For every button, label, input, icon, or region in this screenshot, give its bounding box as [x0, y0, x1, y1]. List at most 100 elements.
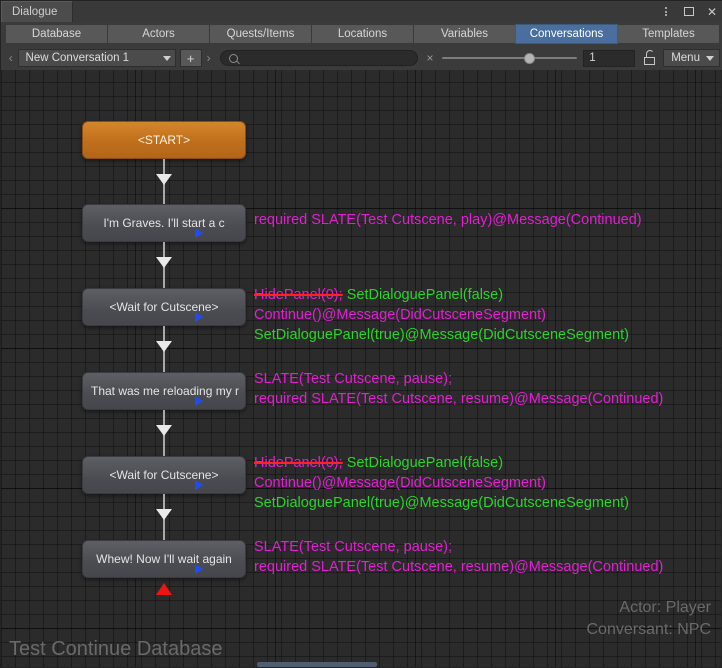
dialogue-node-n3[interactable]: That was me reloading my r — [82, 372, 246, 410]
clear-search-button[interactable]: × — [424, 51, 436, 65]
tab-quests-items[interactable]: Quests/Items — [209, 24, 312, 44]
tab-variables[interactable]: Variables — [413, 24, 516, 44]
dialogue-node-n1[interactable]: I'm Graves. I'll start a c — [82, 204, 246, 242]
zoom-value: 1 — [589, 52, 596, 64]
dialogue-node-label: That was me reloading my r — [91, 384, 240, 398]
dialogue-editor-window: Dialogue ✕ Database Actors Quests/Items Loc… — [0, 0, 722, 668]
node-connector-arrow-icon — [156, 173, 172, 185]
dialogue-node-canvas[interactable]: Test Continue Database Actor: Player Con… — [1, 70, 721, 667]
annotation-segment: SetDialoguePanel(true)@Message(DidCutsce… — [254, 495, 629, 511]
dialogue-node-label: I'm Graves. I'll start a c — [103, 216, 225, 230]
annotation-segment: SetDialoguePanel(false) — [346, 287, 504, 303]
annotation-line: SLATE(Test Cutscene, pause); — [254, 537, 663, 557]
menu-button[interactable]: Menu — [663, 49, 720, 67]
maximize-icon[interactable] — [682, 5, 696, 19]
search-field[interactable] — [220, 50, 419, 66]
vertical-dots-icon[interactable] — [659, 5, 673, 19]
close-icon[interactable]: ✕ — [705, 5, 719, 19]
dialogue-node-label: <START> — [137, 133, 191, 147]
node-annotation-a2: HidePanel(0); SetDialoguePanel(false) Con… — [254, 285, 629, 345]
next-conversation-button[interactable]: › — [202, 49, 216, 67]
tab-actors[interactable]: Actors — [107, 24, 210, 44]
annotation-line: Continue()@Message(DidCutsceneSegment) — [254, 473, 629, 493]
node-continue-arrow-icon — [195, 564, 203, 574]
tab-label: Templates — [642, 28, 695, 40]
database-name-label: Test Continue Database — [9, 638, 223, 660]
tab-database[interactable]: Database — [5, 24, 108, 44]
lock-icon[interactable] — [643, 50, 657, 66]
annotation-line: required SLATE(Test Cutscene, resume)@Me… — [254, 389, 663, 409]
annotation-line: SetDialoguePanel(true)@Message(DidCutsce… — [254, 493, 629, 513]
conversation-toolbar: ‹ New Conversation 1 + › × 1 Menu — [1, 46, 722, 70]
horizontal-scrollbar[interactable] — [257, 662, 377, 667]
zoom-slider[interactable] — [441, 49, 578, 67]
tab-label: Variables — [440, 28, 489, 40]
annotation-line: Continue()@Message(DidCutsceneSegment) — [254, 305, 629, 325]
node-annotation-a5: SLATE(Test Cutscene, pause); required SLA… — [254, 537, 663, 577]
add-conversation-button[interactable]: + — [179, 49, 202, 67]
annotation-line: required SLATE(Test Cutscene, resume)@Me… — [254, 557, 663, 577]
dialogue-node-label: <Wait for Cutscene> — [109, 468, 219, 482]
tab-label: Locations — [337, 28, 388, 40]
zoom-slider-track — [441, 57, 578, 59]
chevron-down-icon — [162, 55, 171, 61]
tab-label: Actors — [142, 28, 175, 40]
dialogue-node-n5[interactable]: Whew! Now I'll wait again — [82, 540, 246, 578]
dialogue-node-start[interactable]: <START> — [82, 121, 246, 159]
tab-label: Database — [31, 28, 82, 40]
tab-templates[interactable]: Templates — [617, 24, 720, 44]
node-continue-arrow-icon — [195, 396, 203, 406]
tab-label: Conversations — [529, 28, 604, 40]
annotation-segment: required SLATE(Test Cutscene, resume)@Me… — [254, 559, 664, 575]
conversation-select-value: New Conversation 1 — [25, 52, 130, 64]
node-connector-arrow-icon — [156, 509, 172, 520]
window-titlebar: Dialogue ✕ — [1, 1, 722, 22]
node-connector-arrow-icon — [156, 341, 172, 352]
dialogue-node-n4[interactable]: <Wait for Cutscene> — [82, 456, 246, 494]
dialogue-node-label: <Wait for Cutscene> — [109, 300, 219, 314]
window-tab-dialogue[interactable]: Dialogue — [1, 1, 73, 22]
node-connector-arrow-icon — [156, 425, 172, 436]
annotation-line: required SLATE(Test Cutscene, play)@Mess… — [254, 210, 642, 230]
conversation-select[interactable]: New Conversation 1 — [17, 49, 176, 67]
window-controls: ✕ — [659, 1, 719, 22]
menu-button-label: Menu — [671, 52, 700, 64]
node-continue-arrow-icon — [195, 228, 203, 238]
search-icon — [229, 53, 239, 63]
annotation-line: SLATE(Test Cutscene, pause); — [254, 369, 663, 389]
database-tab-bar: Database Actors Quests/Items Locations Varia… — [1, 22, 722, 46]
dialogue-node-label: Whew! Now I'll wait again — [96, 552, 232, 566]
zoom-slider-handle[interactable] — [524, 52, 536, 64]
node-continue-arrow-icon — [195, 312, 203, 322]
node-annotation-a3: SLATE(Test Cutscene, pause); required SLA… — [254, 369, 663, 409]
annotation-segment: SetDialoguePanel(true)@Message(DidCutsce… — [254, 327, 629, 343]
tab-conversations[interactable]: Conversations — [515, 24, 618, 44]
conversant-label: Conversant: NPC — [586, 621, 712, 638]
tab-label: Quests/Items — [226, 28, 295, 40]
conversation-end-arrow-icon — [156, 583, 172, 595]
annotation-segment: SLATE(Test Cutscene, pause); — [254, 371, 452, 387]
node-connector-arrow-icon — [156, 257, 172, 268]
prev-conversation-button[interactable]: ‹ — [4, 49, 18, 67]
annotation-segment: HidePanel(0); — [254, 455, 343, 471]
node-continue-arrow-icon — [195, 480, 203, 490]
chevron-down-icon — [705, 55, 714, 61]
window-tab-label: Dialogue — [12, 6, 58, 18]
annotation-segment: HidePanel(0); — [254, 287, 343, 303]
node-annotation-a4: HidePanel(0); SetDialoguePanel(false) Con… — [254, 453, 629, 513]
annotation-segment: SLATE(Test Cutscene, pause); — [254, 539, 452, 555]
annotation-line: HidePanel(0); SetDialoguePanel(false) — [254, 453, 629, 473]
annotation-line: HidePanel(0); SetDialoguePanel(false) — [254, 285, 629, 305]
search-input[interactable] — [243, 52, 410, 64]
zoom-value-field[interactable]: 1 — [583, 49, 635, 67]
annotation-segment: SetDialoguePanel(false) — [346, 455, 504, 471]
annotation-segment: required SLATE(Test Cutscene, resume)@Me… — [254, 391, 664, 407]
node-annotation-a1: required SLATE(Test Cutscene, play)@Mess… — [254, 210, 642, 230]
annotation-segment: Continue()@Message(DidCutsceneSegment) — [254, 475, 546, 491]
tab-locations[interactable]: Locations — [311, 24, 414, 44]
annotation-line: SetDialoguePanel(true)@Message(DidCutsce… — [254, 325, 629, 345]
dialogue-node-n2[interactable]: <Wait for Cutscene> — [82, 288, 246, 326]
annotation-segment: required SLATE(Test Cutscene, play)@Mess… — [254, 212, 642, 228]
actor-label: Actor: Player — [619, 599, 711, 616]
annotation-segment: Continue()@Message(DidCutsceneSegment) — [254, 307, 546, 323]
